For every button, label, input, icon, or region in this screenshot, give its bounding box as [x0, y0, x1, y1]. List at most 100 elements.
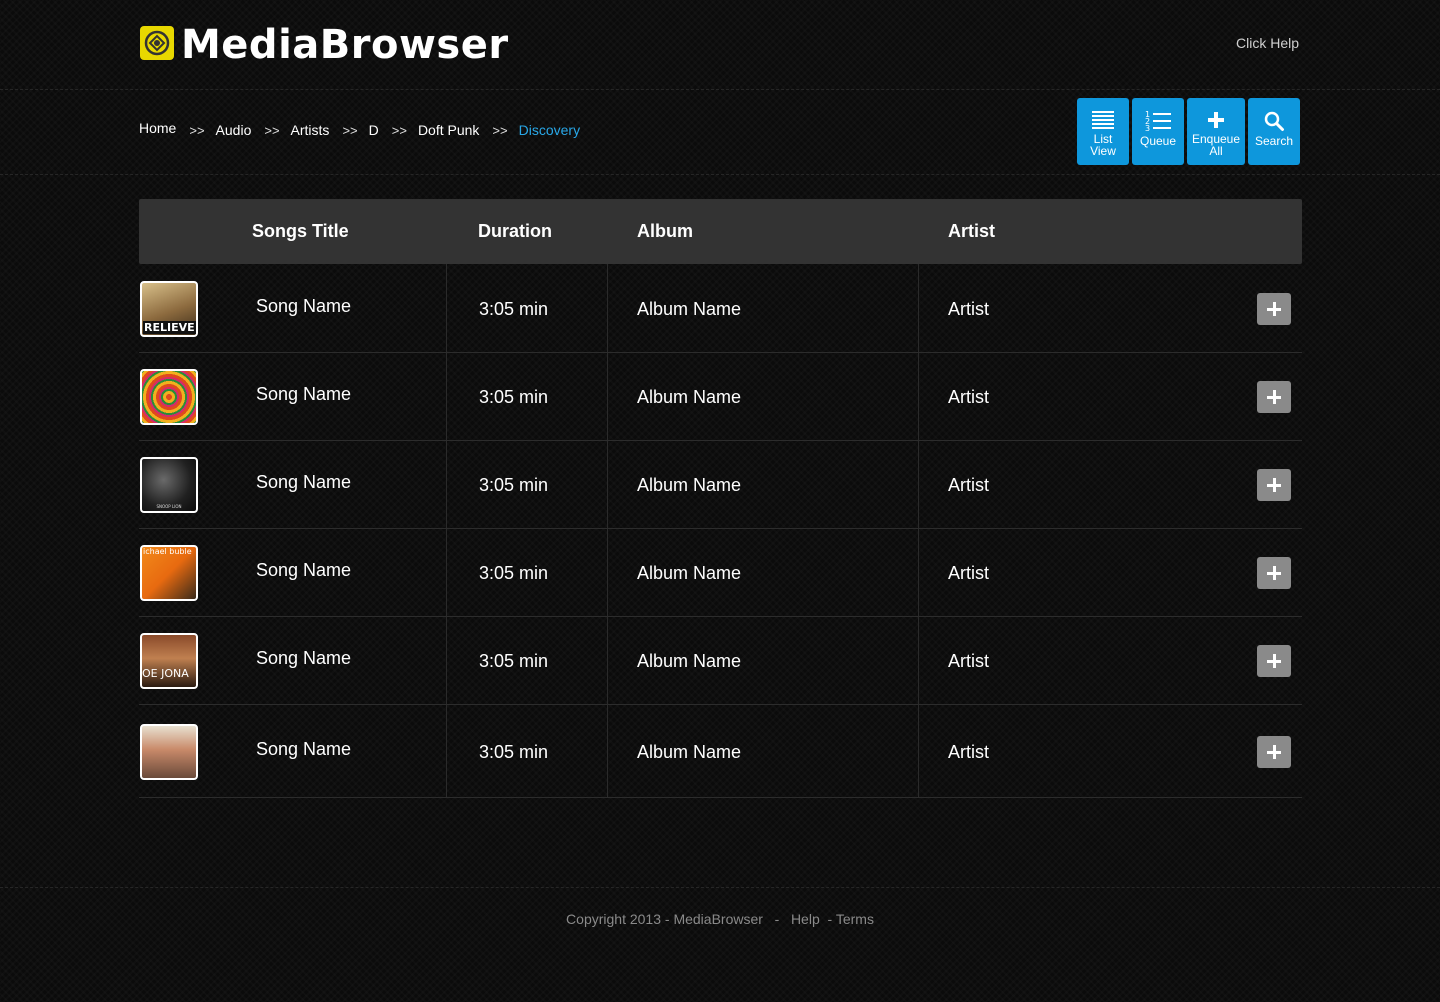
song-artist[interactable]: Artist	[948, 563, 989, 584]
song-title[interactable]: Song Name	[256, 296, 351, 317]
add-to-queue-button[interactable]	[1257, 557, 1291, 589]
song-album[interactable]: Album Name	[637, 742, 741, 763]
breadcrumb-separator: >>	[189, 123, 205, 138]
song-title[interactable]: Song Name	[256, 384, 351, 405]
album-cover[interactable]	[140, 369, 198, 425]
logo-icon	[140, 26, 174, 60]
column-divider	[446, 705, 447, 797]
footer-text: Copyright 2013 - MediaBrowser - Help - T…	[0, 911, 1440, 927]
list-view-button[interactable]: List View	[1077, 98, 1129, 165]
column-divider	[918, 529, 919, 616]
add-to-queue-button[interactable]	[1257, 736, 1291, 768]
column-divider	[607, 264, 608, 352]
add-to-queue-button[interactable]	[1257, 645, 1291, 677]
album-cover[interactable]: OE JONA	[140, 633, 198, 689]
queue-button[interactable]: 1 2 3 Queue	[1132, 98, 1184, 165]
song-duration: 3:05 min	[479, 742, 549, 762]
breadcrumb-home[interactable]: Home	[139, 120, 176, 136]
breadcrumb-d[interactable]: D	[369, 122, 379, 138]
song-title[interactable]: Song Name	[256, 739, 351, 760]
column-divider	[446, 617, 447, 704]
footer-terms-link[interactable]: Terms	[836, 911, 874, 927]
add-to-queue-button[interactable]	[1257, 293, 1291, 325]
cover-text: SNOOP LION	[156, 504, 182, 509]
footer-help-link[interactable]: Help	[791, 911, 820, 927]
search-label: Search	[1254, 134, 1294, 148]
album-cover[interactable]: SNOOP LION	[140, 457, 198, 513]
breadcrumb-separator: >>	[492, 123, 508, 138]
breadcrumb-audio[interactable]: Audio	[216, 122, 252, 138]
column-divider	[607, 441, 608, 528]
table-row[interactable]: Song Name 3:05 min Album Name Artist	[139, 705, 1302, 798]
enqueue-all-button[interactable]: Enqueue All	[1187, 98, 1245, 165]
song-album[interactable]: Album Name	[637, 475, 741, 496]
column-divider	[918, 264, 919, 352]
column-divider	[607, 529, 608, 616]
cover-text: RELIEVE	[143, 321, 196, 334]
search-icon	[1264, 111, 1284, 131]
list-view-label-2: View	[1090, 144, 1116, 158]
song-duration: 3:05 min	[479, 475, 549, 495]
breadcrumb-separator: >>	[264, 123, 280, 138]
song-album[interactable]: Album Name	[637, 387, 741, 408]
song-artist[interactable]: Artist	[948, 299, 989, 320]
table-row[interactable]: RELIEVE Song Name 3:05 min Album Name Artist	[139, 264, 1302, 353]
song-artist[interactable]: Artist	[948, 742, 989, 763]
song-duration: 3:05 min	[479, 563, 549, 583]
album-cover[interactable]: ichael buble	[140, 545, 198, 601]
footer-dash: -	[827, 911, 833, 927]
song-album[interactable]: Album Name	[637, 651, 741, 672]
subbar: Home >> Audio >> Artists >> D >> Doft Pu…	[0, 90, 1440, 175]
song-album[interactable]: Album Name	[637, 299, 741, 320]
breadcrumb-separator: >>	[342, 123, 358, 138]
song-title[interactable]: Song Name	[256, 472, 351, 493]
table-body: RELIEVE Song Name 3:05 min Album Name Artist…	[139, 264, 1302, 798]
list-icon	[1092, 111, 1114, 129]
click-help-link[interactable]: Click Help	[1236, 35, 1299, 51]
header: MediaBrowser Click Help	[0, 0, 1440, 90]
album-cover[interactable]: RELIEVE	[140, 281, 198, 337]
song-artist[interactable]: Artist	[948, 475, 989, 496]
breadcrumb-artists[interactable]: Artists	[291, 122, 330, 138]
column-songs-title[interactable]: Songs Title	[252, 221, 349, 242]
breadcrumb-doft-punk[interactable]: Doft Punk	[418, 122, 479, 138]
footer: Copyright 2013 - MediaBrowser - Help - T…	[0, 887, 1440, 927]
album-cover[interactable]	[140, 724, 198, 780]
table-row[interactable]: OE JONA Song Name 3:05 min Album Name Artist	[139, 617, 1302, 705]
column-divider	[446, 264, 447, 352]
svg-text:3: 3	[1145, 124, 1150, 132]
breadcrumb-separator: >>	[391, 123, 407, 138]
song-album[interactable]: Album Name	[637, 563, 741, 584]
table-row[interactable]: ichael buble Song Name 3:05 min Album Name A…	[139, 529, 1302, 617]
column-album[interactable]: Album	[637, 221, 693, 242]
footer-dash: -	[774, 911, 780, 927]
toolbar: List View 1 2 3 Queue Enqueue All Search	[1077, 98, 1300, 165]
plus-icon	[1208, 112, 1224, 128]
add-to-queue-button[interactable]	[1257, 469, 1291, 501]
table-row[interactable]: Song Name 3:05 min Album Name Artist	[139, 353, 1302, 441]
cover-text: OE JONA	[142, 667, 189, 680]
song-artist[interactable]: Artist	[948, 651, 989, 672]
add-to-queue-button[interactable]	[1257, 381, 1291, 413]
column-divider	[918, 353, 919, 440]
numbered-list-icon: 1 2 3	[1145, 110, 1171, 132]
column-divider	[607, 353, 608, 440]
table-row[interactable]: SNOOP LION Song Name 3:05 min Album Name Art…	[139, 441, 1302, 529]
breadcrumb-current: Discovery	[518, 122, 581, 138]
enqueue-label-2: All	[1209, 144, 1223, 158]
column-divider	[446, 441, 447, 528]
column-divider	[918, 617, 919, 704]
column-divider	[918, 705, 919, 797]
copyright-text: Copyright 2013 - MediaBrowser	[566, 911, 763, 927]
song-title[interactable]: Song Name	[256, 560, 351, 581]
search-button[interactable]: Search	[1248, 98, 1300, 165]
table-header: Songs Title Duration Album Artist	[139, 199, 1302, 264]
column-duration[interactable]: Duration	[478, 221, 552, 242]
column-divider	[607, 705, 608, 797]
song-artist[interactable]: Artist	[948, 387, 989, 408]
song-title[interactable]: Song Name	[256, 648, 351, 669]
column-divider	[918, 441, 919, 528]
column-divider	[446, 353, 447, 440]
queue-label: Queue	[1139, 134, 1177, 148]
column-artist[interactable]: Artist	[948, 221, 995, 242]
